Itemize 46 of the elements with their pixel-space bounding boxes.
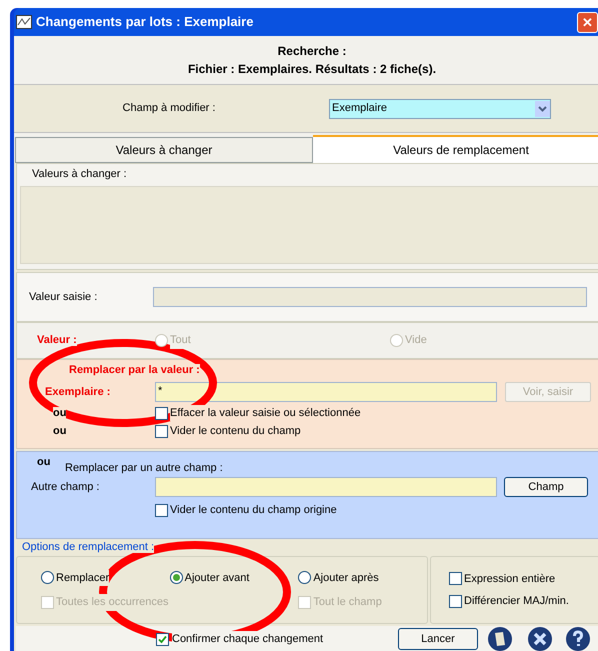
checkbox[interactable] [449, 572, 462, 586]
checkbox[interactable] [156, 632, 169, 646]
or-label: ou [53, 406, 66, 419]
run-button[interactable]: Lancer [398, 628, 478, 650]
typed-value-field[interactable] [153, 287, 587, 307]
or-label: ou [36, 455, 52, 470]
checkbox-label: Toutes les occurrences [56, 594, 168, 610]
checkbox-label: Vider le contenu du champ origine [170, 502, 337, 518]
radio-label: Ajouter après [313, 570, 379, 586]
checkbox[interactable] [155, 424, 168, 438]
app-icon [16, 15, 32, 29]
field-button[interactable]: Champ [504, 477, 588, 497]
value-label: Valeur : [37, 334, 77, 346]
section-title: Remplacer par un autre champ : [65, 461, 223, 476]
section-title: Remplacer par la valeur : [69, 364, 200, 376]
checkbox[interactable] [155, 406, 168, 420]
checkbox-label: Confirmer chaque changement [172, 630, 324, 648]
radio-label: Remplacer [56, 570, 110, 586]
radio-button[interactable] [298, 571, 312, 584]
radio-button[interactable] [170, 571, 183, 584]
checkbox-label: Expression entière [464, 572, 556, 586]
checkbox[interactable] [155, 504, 168, 516]
options-title: Options de remplacement : [22, 541, 154, 553]
replacement-value-field[interactable]: * [155, 382, 497, 402]
tab[interactable]: Valeurs de remplacement [313, 135, 598, 163]
window-title: Changements par lots : Exemplaire [36, 13, 254, 32]
summary-title: Recherche : [278, 43, 346, 60]
field-dropdown[interactable]: Exemplaire [329, 98, 551, 118]
checkbox-label: Tout le champ [313, 594, 382, 610]
summary-text: Fichier : Exemplaires. Résultats : 2 fiche(s). [188, 61, 436, 78]
field-label: Champ à modifier : [122, 101, 216, 116]
field-label: Autre champ : [30, 480, 100, 495]
radio-button[interactable] [41, 571, 54, 584]
tab[interactable]: Valeurs à changer [15, 137, 313, 163]
other-field-input[interactable] [155, 477, 497, 497]
checkbox-label: Effacer la valeur saisie ou sélectionnée [170, 404, 361, 422]
help-icon[interactable] [566, 627, 590, 651]
radio-label: Tout [170, 332, 191, 349]
field-label: Valeur saisie : [28, 290, 98, 305]
close-button[interactable]: ✕ [577, 12, 598, 32]
checkbox[interactable] [449, 594, 462, 608]
close-icon[interactable] [528, 627, 552, 651]
checkbox-label: Différencier MAJ/min. [464, 594, 569, 609]
field-label: Exemplaire : [45, 386, 110, 398]
book-icon[interactable] [488, 627, 512, 651]
section-label: Valeurs à changer : [31, 167, 128, 182]
